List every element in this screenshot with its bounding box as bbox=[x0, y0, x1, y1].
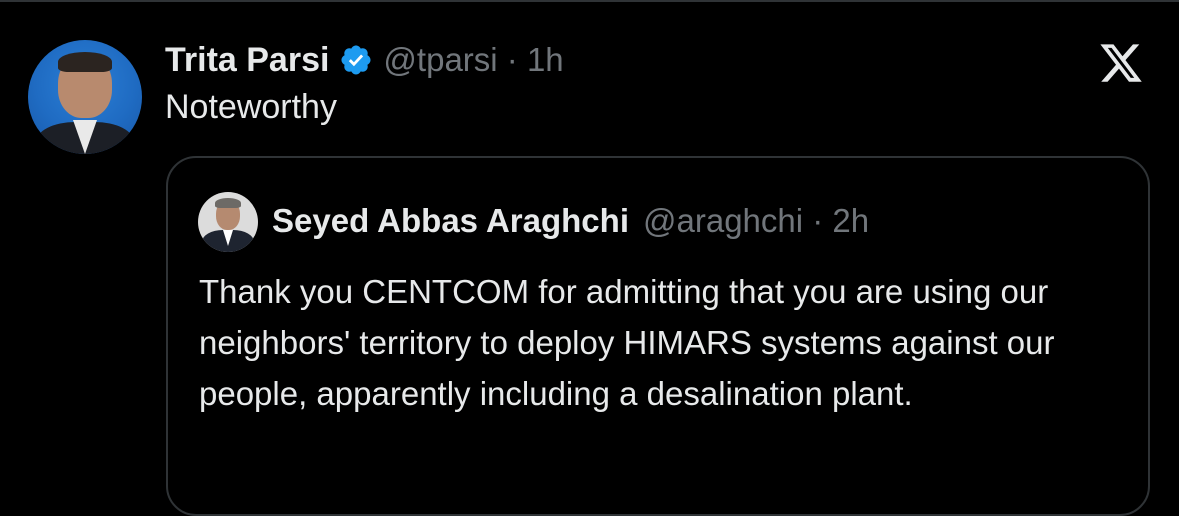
top-divider bbox=[0, 0, 1179, 2]
quoted-author-name[interactable]: Seyed Abbas Araghchi bbox=[272, 202, 629, 240]
x-logo-icon bbox=[1100, 44, 1142, 82]
quoted-author-avatar[interactable] bbox=[198, 192, 258, 252]
quoted-author-handle-time[interactable]: @araghchi · 2h bbox=[643, 202, 869, 240]
quoted-tweet-text: Thank you CENTCOM for admitting that you… bbox=[199, 273, 1055, 412]
author-avatar[interactable] bbox=[28, 40, 142, 154]
tweet-header: Trita Parsi @tparsi · 1h bbox=[165, 38, 564, 82]
author-name[interactable]: Trita Parsi bbox=[165, 41, 329, 80]
author-handle-time[interactable]: @tparsi · 1h bbox=[383, 41, 563, 79]
quoted-tweet-header: Seyed Abbas Araghchi @araghchi · 2h bbox=[272, 199, 869, 243]
verified-badge-icon bbox=[341, 45, 371, 75]
tweet-text: Noteworthy bbox=[165, 88, 337, 126]
